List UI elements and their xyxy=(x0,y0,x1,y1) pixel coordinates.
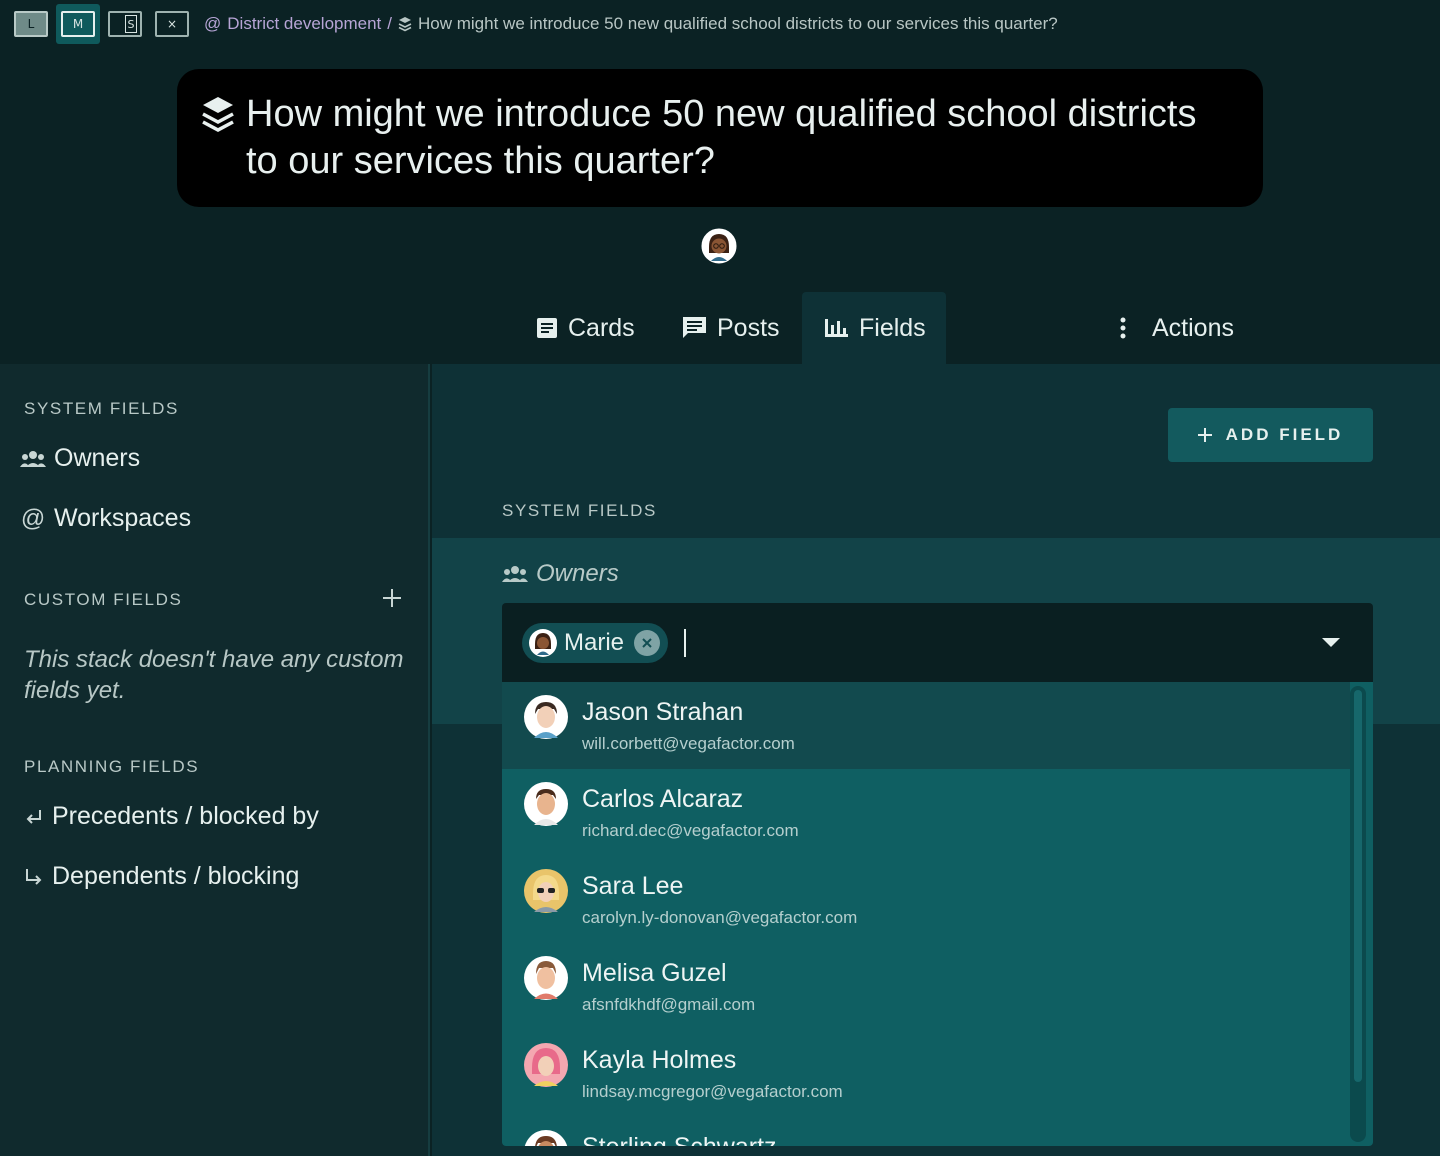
people-icon xyxy=(20,450,46,467)
sidebar-item-workspaces[interactable]: @ Workspaces xyxy=(20,504,191,533)
tab-cards[interactable]: Cards xyxy=(536,292,635,364)
size-medium-button[interactable]: M xyxy=(56,4,100,44)
breadcrumb: @ District development / How might we in… xyxy=(204,12,1058,36)
add-custom-field-icon[interactable] xyxy=(380,586,404,610)
close-icon: × xyxy=(155,11,189,37)
user-avatar xyxy=(524,695,568,739)
tab-cards-label: Cards xyxy=(568,313,635,342)
sidebar-item-precedents[interactable]: Precedents / blocked by xyxy=(24,802,319,831)
list-item[interactable]: Sara Lee carolyn.ly-donovan@vegafactor.c… xyxy=(502,856,1350,943)
option-email: carolyn.ly-donovan@vegafactor.com xyxy=(582,908,858,927)
system-fields-heading: SYSTEM FIELDS xyxy=(24,399,179,418)
list-item[interactable]: Melisa Guzel afsnfdkhdf@gmail.com xyxy=(502,943,1350,1030)
option-name: Melisa Guzel xyxy=(582,959,727,987)
owner-chip-label: Marie xyxy=(564,629,625,656)
option-email: afsnfdkhdf@gmail.com xyxy=(582,995,756,1014)
people-icon xyxy=(502,566,528,582)
owner-chip[interactable]: Marie xyxy=(522,623,668,663)
remove-owner-button[interactable] xyxy=(634,630,660,656)
option-email: lindsay.mcgregor@vegafactor.com xyxy=(582,1082,843,1101)
tab-fields-label: Fields xyxy=(859,313,926,342)
stack-icon xyxy=(398,17,412,32)
close-button[interactable]: × xyxy=(153,8,191,40)
size-small-label: S xyxy=(125,15,137,33)
option-name: Carlos Alcaraz xyxy=(582,785,744,813)
stack-icon xyxy=(202,97,234,132)
user-avatar xyxy=(524,782,568,826)
option-name: Sterling Schwartz xyxy=(582,1133,777,1146)
owners-dropdown-list[interactable]: Jason Strahan will.corbett@vegafactor.co… xyxy=(502,682,1373,1146)
size-medium-label: M xyxy=(61,11,95,37)
tab-actions-label: Actions xyxy=(1152,313,1234,342)
more-vertical-icon xyxy=(1120,317,1126,339)
return-arrow-icon xyxy=(26,809,41,824)
breadcrumb-separator: / xyxy=(387,14,393,33)
sidebar-item-dependents[interactable]: Dependents / blocking xyxy=(24,862,299,891)
custom-fields-heading: CUSTOM FIELDS xyxy=(24,590,183,609)
size-small-button[interactable]: S xyxy=(106,8,144,40)
planning-fields-heading: PLANNING FIELDS xyxy=(24,757,200,776)
size-large-button[interactable]: L xyxy=(12,8,50,40)
user-avatar xyxy=(524,1043,568,1087)
option-email: will.corbett@vegafactor.com xyxy=(582,734,795,753)
stack-title[interactable]: How might we introduce 50 new qualified … xyxy=(246,91,1236,185)
at-icon: @ xyxy=(204,14,222,33)
document-icon xyxy=(537,318,557,338)
system-fields-heading: SYSTEM FIELDS xyxy=(502,501,657,520)
fields-sidebar: SYSTEM FIELDS Owners @ Workspaces CUSTOM… xyxy=(0,364,430,1156)
breadcrumb-workspace[interactable]: District development xyxy=(227,14,381,34)
tab-posts[interactable]: Posts xyxy=(682,292,780,364)
add-field-label: ADD FIELD xyxy=(1225,425,1344,444)
option-name: Sara Lee xyxy=(582,872,684,900)
list-item[interactable]: Sterling Schwartz xyxy=(502,1117,1350,1146)
owners-label-text: Owners xyxy=(536,560,619,587)
add-field-button[interactable]: ADD FIELD xyxy=(1168,408,1373,462)
scrollbar-thumb[interactable] xyxy=(1354,690,1362,1082)
option-name: Jason Strahan xyxy=(582,698,744,726)
breadcrumb-current: How might we introduce 50 new qualified … xyxy=(418,14,1058,33)
owner-avatar[interactable] xyxy=(700,227,738,265)
at-icon: @ xyxy=(20,504,46,532)
message-icon xyxy=(683,317,706,338)
top-bar: L M S × @ District development / How mig… xyxy=(0,0,1440,48)
owners-field-label: Owners xyxy=(502,560,619,588)
list-item[interactable]: Jason Strahan will.corbett@vegafactor.co… xyxy=(502,682,1350,769)
tab-fields[interactable]: Fields xyxy=(802,292,946,364)
close-icon xyxy=(642,638,652,648)
bar-chart-icon xyxy=(825,319,848,337)
sidebar-item-label: Workspaces xyxy=(54,504,192,532)
option-name: Kayla Holmes xyxy=(582,1046,737,1074)
subdirectory-arrow-icon xyxy=(26,868,42,885)
stack-title-card: How might we introduce 50 new qualified … xyxy=(177,69,1263,207)
plus-icon xyxy=(1197,428,1212,442)
option-email: richard.dec@vegafactor.com xyxy=(582,821,799,840)
user-avatar xyxy=(524,869,568,913)
owners-select-input[interactable]: Marie xyxy=(502,603,1373,682)
list-item[interactable]: Kayla Holmes lindsay.mcgregor@vegafactor… xyxy=(502,1030,1350,1117)
tab-posts-label: Posts xyxy=(717,313,780,342)
chevron-down-icon[interactable] xyxy=(1322,638,1340,647)
text-cursor xyxy=(684,629,686,657)
sidebar-item-label: Precedents / blocked by xyxy=(52,802,319,830)
list-item[interactable]: Carlos Alcaraz richard.dec@vegafactor.co… xyxy=(502,769,1350,856)
tab-actions[interactable]: Actions xyxy=(1118,292,1234,364)
sidebar-item-label: Dependents / blocking xyxy=(52,862,300,890)
sidebar-item-owners[interactable]: Owners xyxy=(20,444,140,473)
user-avatar xyxy=(524,956,568,1000)
custom-fields-empty-note: This stack doesn't have any custom field… xyxy=(24,646,404,704)
size-large-label: L xyxy=(14,11,48,37)
user-avatar xyxy=(524,1130,568,1146)
sidebar-item-label: Owners xyxy=(54,444,141,472)
owner-chip-avatar xyxy=(529,629,557,657)
